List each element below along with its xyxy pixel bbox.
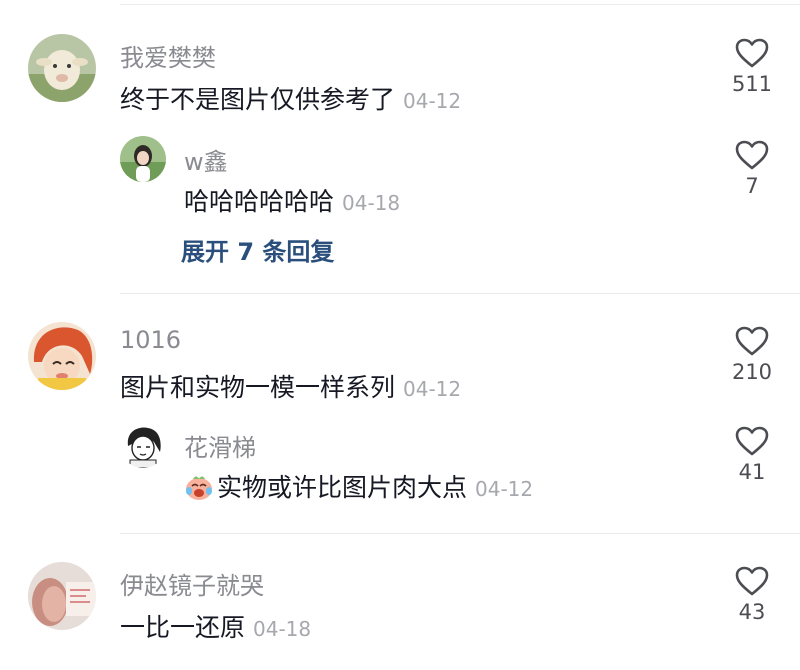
- heart-outline-icon: [735, 140, 769, 170]
- divider: [120, 533, 800, 534]
- reply-date: 04-12: [475, 477, 534, 501]
- comment-text: 终于不是图片仅供参考了 04-12: [120, 80, 461, 116]
- like-count: 41: [738, 460, 766, 484]
- divider: [120, 4, 800, 5]
- like-button[interactable]: 43: [722, 566, 782, 624]
- heart-outline-icon: [735, 38, 769, 68]
- comment-date: 04-12: [403, 377, 462, 401]
- reply-body: 哈哈哈哈哈哈: [184, 187, 335, 216]
- reply-text: 哈哈哈哈哈哈 04-18: [184, 182, 400, 218]
- divider: [120, 293, 800, 294]
- avatar[interactable]: [28, 34, 96, 102]
- like-count: 210: [731, 360, 773, 384]
- like-button[interactable]: 41: [722, 426, 782, 484]
- comment-body: 终于不是图片仅供参考了: [120, 85, 396, 114]
- like-count: 7: [745, 174, 759, 198]
- crying-laughing-emoji-icon: [184, 473, 214, 507]
- comment-username[interactable]: 我爱樊樊: [120, 38, 216, 73]
- heart-outline-icon: [735, 426, 769, 456]
- comment-body: 图片和实物一模一样系列: [120, 373, 396, 402]
- avatar[interactable]: [28, 562, 96, 630]
- like-count: 511: [731, 72, 773, 96]
- reply-date: 04-18: [342, 191, 401, 215]
- reply-text: 实物或许比图片肉大点 04-12: [184, 468, 533, 507]
- like-count: 43: [738, 600, 766, 624]
- comment-body: 一比一还原: [120, 613, 246, 642]
- comment-text: 一比一还原 04-18: [120, 608, 311, 644]
- comment-text: 图片和实物一模一样系列 04-12: [120, 368, 461, 404]
- reply-body: 实物或许比图片肉大点: [217, 473, 468, 502]
- like-button[interactable]: 511: [722, 38, 782, 96]
- heart-outline-icon: [735, 326, 769, 356]
- avatar[interactable]: [28, 322, 96, 390]
- like-button[interactable]: 7: [722, 140, 782, 198]
- avatar[interactable]: [120, 422, 166, 468]
- comment-username[interactable]: 伊赵镜子就哭: [120, 566, 264, 601]
- comment-username[interactable]: 1016: [120, 326, 181, 354]
- avatar[interactable]: [120, 136, 166, 182]
- reply-username[interactable]: 花滑梯: [184, 428, 256, 463]
- comment-date: 04-12: [403, 89, 462, 113]
- comment-date: 04-18: [253, 617, 312, 641]
- like-button[interactable]: 210: [722, 326, 782, 384]
- expand-replies-link[interactable]: 展开 7 条回复: [181, 232, 334, 267]
- reply-username[interactable]: w鑫: [184, 142, 228, 177]
- heart-outline-icon: [735, 566, 769, 596]
